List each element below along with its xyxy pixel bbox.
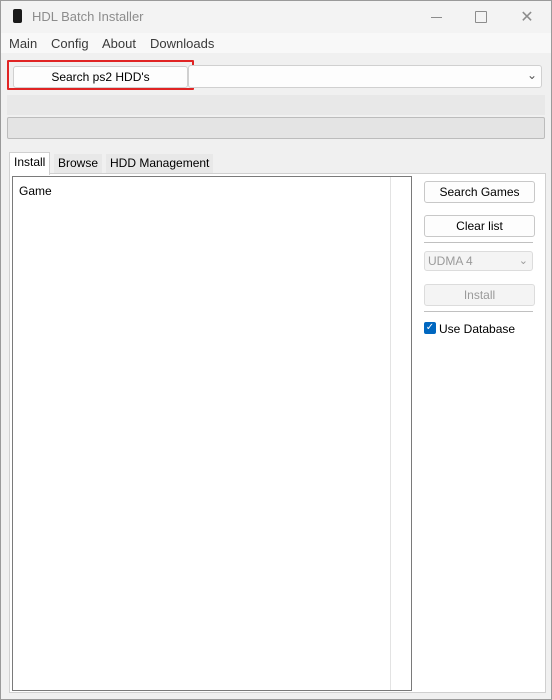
app-icon: [13, 9, 22, 23]
install-button[interactable]: Install: [424, 284, 535, 306]
menu-main[interactable]: Main: [9, 36, 37, 51]
progress-bar: [7, 117, 545, 139]
maximize-icon: [475, 11, 487, 23]
search-games-button[interactable]: Search Games: [424, 181, 535, 203]
clear-list-button[interactable]: Clear list: [424, 215, 535, 237]
close-icon: ✕: [520, 9, 534, 26]
game-column-header[interactable]: Game: [19, 184, 52, 198]
separator: [424, 311, 533, 312]
tab-hdd-management[interactable]: HDD Management: [106, 154, 214, 173]
separator: [424, 242, 533, 243]
hdd-select[interactable]: ⌄: [188, 65, 542, 88]
window-title: HDL Batch Installer: [32, 9, 144, 24]
minimize-icon: [430, 16, 442, 18]
close-button[interactable]: ✕: [504, 1, 550, 33]
main-window: HDL Batch Installer ✕ Main Config About …: [0, 0, 552, 700]
use-database-checkbox[interactable]: ✓: [424, 322, 436, 334]
game-list[interactable]: Game: [12, 176, 412, 691]
highlight-box: [7, 60, 194, 90]
menu-downloads[interactable]: Downloads: [150, 36, 214, 51]
chevron-down-icon: ⌄: [518, 255, 528, 267]
udma-select[interactable]: UDMA 4 ⌄: [424, 251, 533, 271]
menu-bar: Main Config About Downloads: [1, 33, 551, 54]
checkmark-icon: ✓: [425, 322, 435, 333]
menu-config[interactable]: Config: [51, 36, 89, 51]
tab-install[interactable]: Install: [9, 152, 51, 175]
status-strip: [7, 95, 545, 115]
maximize-button[interactable]: [458, 1, 504, 33]
minimize-button[interactable]: [413, 1, 459, 33]
title-bar[interactable]: HDL Batch Installer ✕: [1, 1, 551, 33]
menu-about[interactable]: About: [102, 36, 136, 51]
tab-browse[interactable]: Browse: [54, 154, 103, 173]
chevron-down-icon: ⌄: [526, 68, 537, 82]
column-divider: [390, 177, 391, 690]
use-database-label[interactable]: Use Database: [439, 322, 515, 336]
udma-select-value: UDMA 4: [428, 254, 473, 268]
